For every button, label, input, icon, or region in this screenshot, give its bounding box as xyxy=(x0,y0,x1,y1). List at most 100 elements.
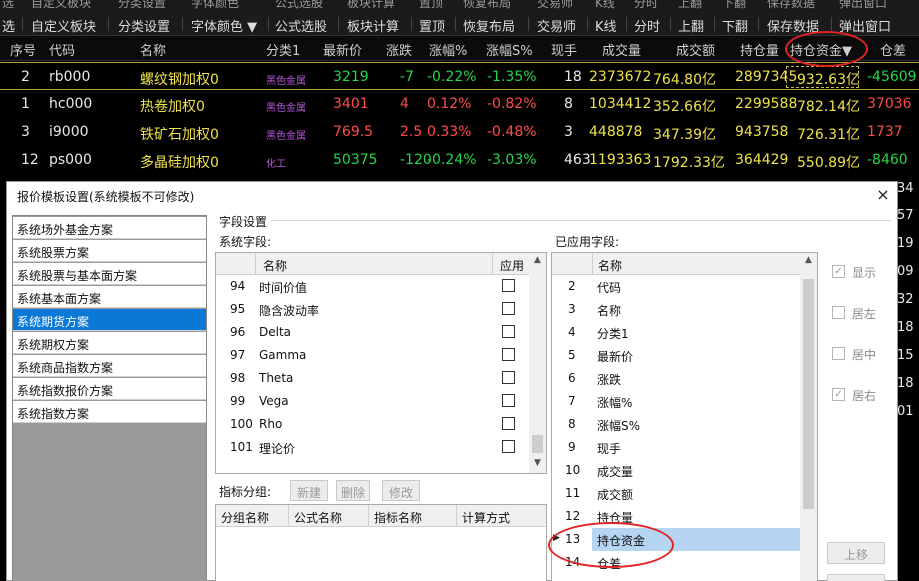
menu-block-calc[interactable]: 板块计算 xyxy=(347,16,399,35)
move-down-button-partial[interactable] xyxy=(827,574,885,581)
menu-custom-block[interactable]: 自定义板块 xyxy=(31,16,96,35)
applied-field-row[interactable]: ▶ 13 持仓资金 xyxy=(552,528,800,551)
col-header-category[interactable]: 分类1 xyxy=(266,40,300,59)
quote-row[interactable]: 1 hc000 热卷加权0 黑色金属 3401 4 0.12% -0.82% 8 1034412 3… xyxy=(0,90,919,118)
applied-field-row[interactable]: 3 名称 xyxy=(552,298,800,321)
ind-col-calc-method[interactable]: 计算方式 xyxy=(456,505,546,527)
applied-col-name[interactable]: 名称 xyxy=(592,253,800,275)
menu-save-data[interactable]: 保存数据 xyxy=(767,16,819,35)
scroll-up-arrow-icon[interactable]: ▲ xyxy=(529,255,546,265)
option-align-center[interactable]: 居中 xyxy=(832,346,892,362)
applied-field-row[interactable]: 9 现手 xyxy=(552,436,800,459)
apply-checkbox[interactable] xyxy=(502,348,515,361)
col-header-volume[interactable]: 成交量 xyxy=(602,40,641,59)
delete-button[interactable]: 删除 xyxy=(336,480,370,501)
modify-button[interactable]: 修改 xyxy=(382,480,420,501)
applied-field-row[interactable]: 7 涨幅% xyxy=(552,390,800,413)
menu-page-down[interactable]: 下翻 xyxy=(722,16,748,35)
scheme-item[interactable]: 系统指数报价方案 xyxy=(13,378,206,400)
col-header-hand[interactable]: 现手 xyxy=(551,40,577,59)
col-header-open-interest[interactable]: 持仓量 xyxy=(740,40,779,59)
system-field-row[interactable]: 95 隐含波动率 xyxy=(216,298,529,321)
ind-col-formula-name[interactable]: 公式名称 xyxy=(288,505,368,527)
scroll-down-arrow-icon[interactable]: ▼ xyxy=(529,458,546,468)
scroll-up-arrow-icon[interactable]: ▲ xyxy=(800,255,817,265)
option-align-right[interactable]: ✓ 居右 xyxy=(832,387,892,403)
scheme-item[interactable]: 系统期权方案 xyxy=(13,332,206,354)
col-header-code[interactable]: 代码 xyxy=(49,40,75,59)
sys-col-apply[interactable]: 应用 xyxy=(492,253,531,275)
new-button[interactable]: 新建 xyxy=(290,480,328,501)
apply-checkbox[interactable] xyxy=(502,440,515,453)
apply-checkbox[interactable] xyxy=(502,325,515,338)
ind-col-group-name[interactable]: 分组名称 xyxy=(216,505,288,527)
scroll-thumb[interactable] xyxy=(532,435,543,453)
checked-checkbox-icon[interactable]: ✓ xyxy=(832,388,845,401)
quote-row[interactable]: 12 ps000 多晶硅加权0 化工 50375 -120 -0.24% -3.03% 463 1… xyxy=(0,146,919,174)
col-header-oi-diff[interactable]: 仓差 xyxy=(880,40,906,59)
menu-intraday[interactable]: 分时 xyxy=(634,16,660,35)
menu-popup-window[interactable]: 弹出窗口 xyxy=(839,16,891,35)
menu-formula-select[interactable]: 公式选股 xyxy=(275,16,327,35)
system-field-row[interactable]: 96 Delta xyxy=(216,321,529,344)
checked-checkbox-icon[interactable]: ✓ xyxy=(832,265,845,278)
col-header-no[interactable]: 序号 xyxy=(10,40,36,59)
checkbox-icon[interactable] xyxy=(832,306,845,319)
menu-page-up[interactable]: 上翻 xyxy=(678,16,704,35)
scheme-item[interactable]: 系统股票与基本面方案 xyxy=(13,263,206,285)
applied-field-row[interactable]: 8 涨幅S% xyxy=(552,413,800,436)
quote-row[interactable]: 3 i9000 铁矿石加权0 黑色金属 769.5 2.5 0.33% -0.48% 3 4488… xyxy=(0,118,919,146)
applied-field-row[interactable]: 14 仓差 xyxy=(552,551,800,574)
menu-font-color[interactable]: 字体颜色 ▼ xyxy=(191,16,257,35)
scheme-item[interactable]: 系统指数方案 xyxy=(13,401,206,423)
applied-field-row[interactable]: 10 成交量 xyxy=(552,459,800,482)
menu-trader[interactable]: 交易师 xyxy=(537,16,576,35)
scheme-item[interactable]: 系统股票方案 xyxy=(13,240,206,262)
scheme-item[interactable]: 系统商品指数方案 xyxy=(13,355,206,377)
applied-field-row[interactable]: 5 最新价 xyxy=(552,344,800,367)
close-icon[interactable]: × xyxy=(873,185,893,205)
apply-checkbox[interactable] xyxy=(502,302,515,315)
system-field-row[interactable]: 100 Rho xyxy=(216,413,529,436)
system-field-row[interactable]: 101 理论价 xyxy=(216,436,529,459)
applied-field-row[interactable]: 4 分类1 xyxy=(552,321,800,344)
system-field-row[interactable]: 97 Gamma xyxy=(216,344,529,367)
menu-category-settings[interactable]: 分类设置 xyxy=(118,16,170,35)
col-header-name[interactable]: 名称 xyxy=(140,40,166,59)
menu-item[interactable]: 选 xyxy=(2,16,15,35)
option-align-left[interactable]: 居左 xyxy=(832,305,892,321)
scheme-item[interactable]: 系统场外基金方案 xyxy=(13,217,206,239)
scheme-item[interactable]: 系统基本面方案 xyxy=(13,286,206,308)
col-header-change[interactable]: 涨跌 xyxy=(386,40,412,59)
col-header-last-price[interactable]: 最新价 xyxy=(323,40,362,59)
scheme-item[interactable]: 系统期货方案 xyxy=(13,309,206,331)
apply-checkbox[interactable] xyxy=(502,417,515,430)
applied-field-row[interactable]: 2 代码 xyxy=(552,275,800,298)
scroll-thumb[interactable] xyxy=(803,279,814,509)
col-header-change-pct[interactable]: 涨幅% xyxy=(429,40,467,59)
system-field-row[interactable]: 94 时间价值 xyxy=(216,275,529,298)
menu-pin-top[interactable]: 置顶 xyxy=(419,16,445,35)
quote-row[interactable]: 2 rb000 螺纹钢加权0 黑色金属 3219 -7 -0.22% -1.35% 18 2373… xyxy=(0,62,919,90)
col-header-change-s-pct[interactable]: 涨幅S% xyxy=(486,40,533,59)
apply-checkbox[interactable] xyxy=(502,394,515,407)
apply-checkbox[interactable] xyxy=(502,371,515,384)
scheme-list[interactable]: 系统场外基金方案 系统股票方案 系统股票与基本面方案 系统基本面方案 系统期货方案 系统期… xyxy=(12,215,207,581)
applied-field-row[interactable]: 11 成交额 xyxy=(552,482,800,505)
menu-restore-layout[interactable]: 恢复布局 xyxy=(463,16,515,35)
col-header-amount[interactable]: 成交额 xyxy=(676,40,715,59)
ind-col-indicator-name[interactable]: 指标名称 xyxy=(368,505,456,527)
apply-checkbox[interactable] xyxy=(502,279,515,292)
applied-field-row[interactable]: 6 涨跌 xyxy=(552,367,800,390)
move-up-button[interactable]: 上移 xyxy=(827,542,885,564)
menu-kline[interactable]: K线 xyxy=(595,16,617,35)
option-show[interactable]: ✓ 显示 xyxy=(832,264,892,280)
system-field-row[interactable]: 99 Vega xyxy=(216,390,529,413)
col-header-oi-capital[interactable]: 持仓资金▼ xyxy=(790,40,852,59)
applied-field-row[interactable]: 12 持仓量 xyxy=(552,505,800,528)
applied-fields-scrollbar[interactable]: ▲ xyxy=(800,253,817,581)
checkbox-icon[interactable] xyxy=(832,347,845,360)
system-fields-scrollbar[interactable]: ▲ ▼ xyxy=(529,253,546,473)
sys-col-name[interactable]: 名称 xyxy=(255,253,492,275)
system-field-row[interactable]: 98 Theta xyxy=(216,367,529,390)
